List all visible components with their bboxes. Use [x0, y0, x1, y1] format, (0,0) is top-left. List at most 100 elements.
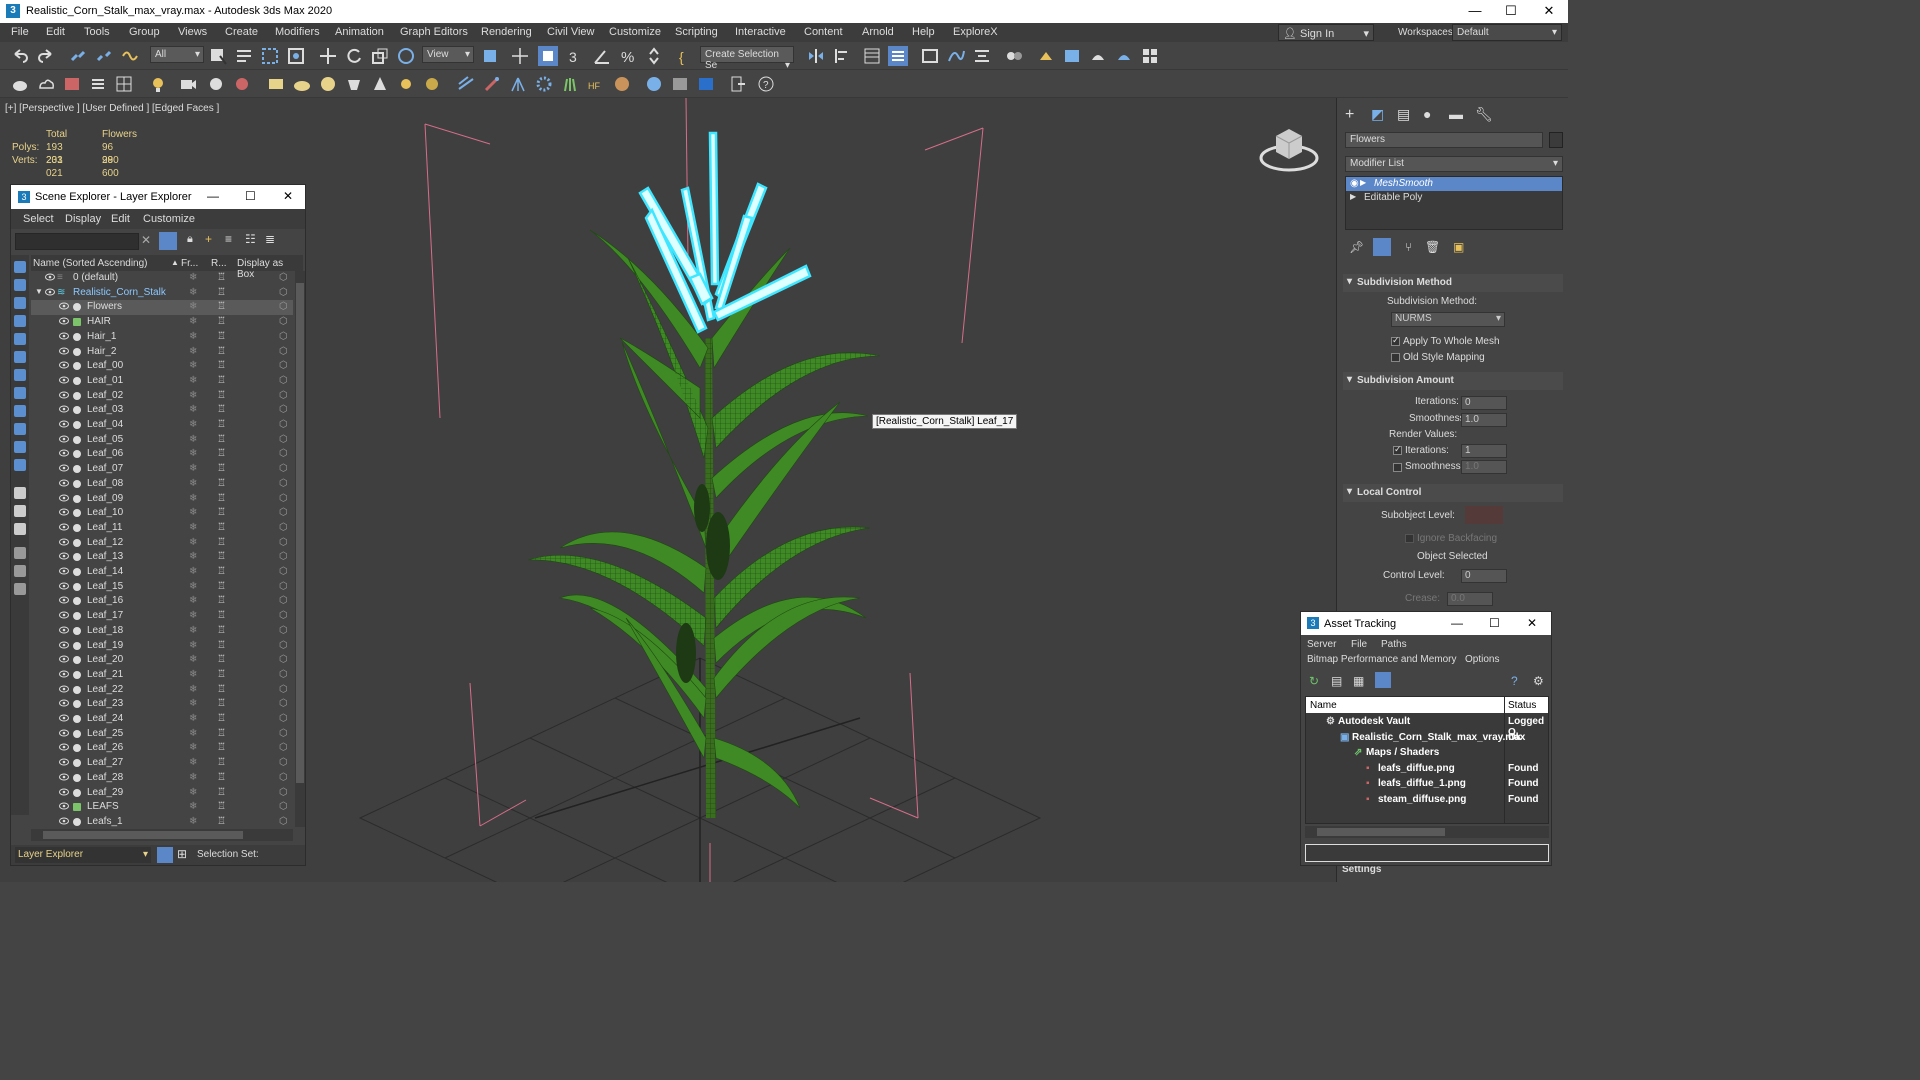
scene-explorer-search-input[interactable] — [15, 233, 139, 250]
layer-row[interactable]: ▼ ≋ Realistic_Corn_Stalk ❄ ♖ ⬡ — [31, 286, 293, 301]
freeze-icon[interactable]: ❄ — [189, 493, 197, 504]
crease-spinner[interactable]: 0.0 — [1447, 592, 1493, 606]
eye-icon[interactable] — [45, 273, 55, 281]
eye-icon[interactable] — [59, 332, 69, 340]
eye-icon[interactable] — [59, 626, 69, 634]
freeze-icon[interactable]: ❄ — [189, 331, 197, 342]
plane-primitive-icon[interactable] — [266, 74, 286, 94]
display-all-icon[interactable] — [14, 487, 26, 499]
object-row[interactable]: Leaf_23 ❄ ♖ ⬡ — [31, 697, 293, 712]
vault-icon[interactable]: ⚙︎ — [1533, 674, 1544, 688]
freeze-icon[interactable]: ❄ — [189, 316, 197, 327]
object-row[interactable]: Leaf_05 ❄ ♖ ⬡ — [31, 433, 293, 448]
menu-group[interactable]: Group — [129, 26, 160, 38]
stack-item-meshsmooth[interactable]: ◉ ▶ MeshSmooth — [1346, 177, 1562, 191]
sky-light-icon[interactable] — [422, 74, 442, 94]
create-selection-set-dropdown[interactable]: Create Selection Se ▾ — [700, 46, 794, 71]
object-row[interactable]: Leaf_11 ❄ ♖ ⬡ — [31, 521, 293, 536]
freeze-icon[interactable]: ❄ — [189, 478, 197, 489]
display-box-icon[interactable]: ⬡ — [279, 742, 288, 753]
material-editor-icon[interactable] — [1004, 46, 1024, 66]
object-color-swatch[interactable] — [1549, 132, 1563, 148]
freeze-icon[interactable]: ❄ — [189, 595, 197, 606]
freeze-icon[interactable]: ❄ — [189, 566, 197, 577]
tripod-icon[interactable] — [508, 74, 528, 94]
local-control-header[interactable]: Local Control — [1343, 484, 1563, 502]
object-row[interactable]: Hair_2 ❄ ♖ ⬡ — [31, 345, 293, 360]
display-frozen-icon[interactable] — [14, 441, 26, 453]
object-row[interactable]: Leaf_06 ❄ ♖ ⬡ — [31, 447, 293, 462]
link-icon[interactable] — [68, 46, 88, 66]
object-row[interactable]: Flowers ❄ ♖ ⬡ — [31, 300, 293, 316]
render-teapot-icon[interactable]: ♖ — [217, 684, 226, 695]
menu-content[interactable]: Content — [804, 26, 843, 38]
rendered-frame-window-icon[interactable] — [1062, 46, 1082, 66]
asset-row[interactable]: ⚙ Autodesk Vault Logged O — [1306, 714, 1548, 738]
object-row[interactable]: Leaf_15 ❄ ♖ ⬡ — [31, 580, 293, 595]
align-icon[interactable] — [832, 46, 852, 66]
display-space-warps-icon[interactable] — [14, 351, 26, 363]
object-row[interactable]: Leaf_25 ❄ ♖ ⬡ — [31, 727, 293, 742]
angle-snap-icon[interactable] — [592, 46, 612, 66]
asset-row[interactable]: ▪ leafs_diffue.png Found — [1306, 761, 1548, 777]
display-box-icon[interactable]: ⬡ — [279, 493, 288, 504]
column-name[interactable]: Name (Sorted Ascending) — [33, 258, 148, 269]
object-row[interactable]: Leaf_21 ❄ ♖ ⬡ — [31, 668, 293, 683]
place-icon[interactable] — [396, 46, 416, 66]
freeze-icon[interactable]: ❄ — [189, 375, 197, 386]
iterations-spinner[interactable]: 0 — [1461, 396, 1507, 410]
freeze-icon[interactable]: ❄ — [189, 448, 197, 459]
render-smoothness-checkbox[interactable] — [1393, 463, 1402, 472]
close-icon[interactable]: ✕ — [1534, 3, 1564, 19]
display-lights-icon[interactable] — [14, 297, 26, 309]
display-box-icon[interactable]: ⬡ — [279, 816, 288, 827]
render-smoothness-spinner[interactable]: 1.0 — [1461, 460, 1507, 474]
display-box-icon[interactable]: ⬡ — [279, 287, 288, 298]
display-box-icon[interactable]: ⬡ — [279, 669, 288, 680]
display-box-icon[interactable]: ⬡ — [279, 316, 288, 327]
select-by-name-icon[interactable] — [234, 46, 254, 66]
render-teapot-icon[interactable]: ♖ — [217, 742, 226, 753]
helper-icon[interactable] — [206, 74, 226, 94]
render-teapot-icon[interactable]: ♖ — [217, 463, 226, 474]
object-row[interactable]: Leaf_01 ❄ ♖ ⬡ — [31, 374, 293, 389]
schematic-view-icon[interactable] — [972, 46, 992, 66]
eye-icon[interactable] — [59, 670, 69, 678]
object-row[interactable]: Leaf_18 ❄ ♖ ⬡ — [31, 624, 293, 639]
display-box-icon[interactable]: ⬡ — [279, 272, 288, 283]
render-in-cloud-icon[interactable] — [1140, 46, 1160, 66]
hierarchy-toggle-icon[interactable]: ⊞ — [177, 847, 191, 863]
toggle-ribbon-icon[interactable] — [920, 46, 940, 66]
eye-icon[interactable] — [59, 758, 69, 766]
render-setup-icon[interactable] — [1036, 46, 1056, 66]
close-icon[interactable]: ✕ — [283, 189, 293, 203]
eye-icon[interactable] — [59, 802, 69, 810]
sphere-primitive-icon[interactable] — [318, 74, 338, 94]
display-box-icon[interactable]: ⬡ — [279, 360, 288, 371]
eye-icon[interactable] — [59, 376, 69, 384]
bipod-icon[interactable] — [232, 74, 252, 94]
freeze-icon[interactable]: ❄ — [189, 507, 197, 518]
explorer-selector-dropdown[interactable]: Layer Explorer ▾ — [15, 847, 151, 863]
toggle-scene-explorer-icon[interactable] — [862, 46, 882, 66]
percent-snap-icon[interactable]: % — [618, 46, 638, 66]
grid-view-icon[interactable] — [1375, 672, 1391, 688]
clear-search-icon[interactable]: ✕ — [141, 233, 151, 247]
display-box-icon[interactable]: ⬡ — [279, 463, 288, 474]
asset-menu-bitmap-performance[interactable]: Bitmap Performance and Memory — [1307, 654, 1457, 665]
freeze-icon[interactable]: ❄ — [189, 537, 197, 548]
menu-edit[interactable]: Edit — [46, 26, 65, 38]
freeze-icon[interactable]: ❄ — [189, 787, 197, 798]
eye-icon[interactable] — [59, 317, 69, 325]
render-teapot-icon[interactable]: ♖ — [217, 625, 226, 636]
se-menu-display[interactable]: Display — [65, 213, 101, 225]
bind-space-warp-icon[interactable] — [120, 46, 140, 66]
asset-row[interactable]: ▣ Realistic_Corn_Stalk_max_vray.max Ok — [1306, 730, 1548, 746]
freeze-icon[interactable]: ❄ — [189, 728, 197, 739]
viewport-label[interactable]: [+] [Perspective ] [User Defined ] [Edge… — [5, 103, 219, 114]
unlink-icon[interactable] — [94, 46, 114, 66]
render-iterations-checkbox[interactable]: ✓ — [1393, 444, 1402, 455]
object-row[interactable]: Leaf_02 ❄ ♖ ⬡ — [31, 389, 293, 404]
freeze-icon[interactable]: ❄ — [189, 419, 197, 430]
render-teapot-icon[interactable]: ♖ — [217, 537, 226, 548]
